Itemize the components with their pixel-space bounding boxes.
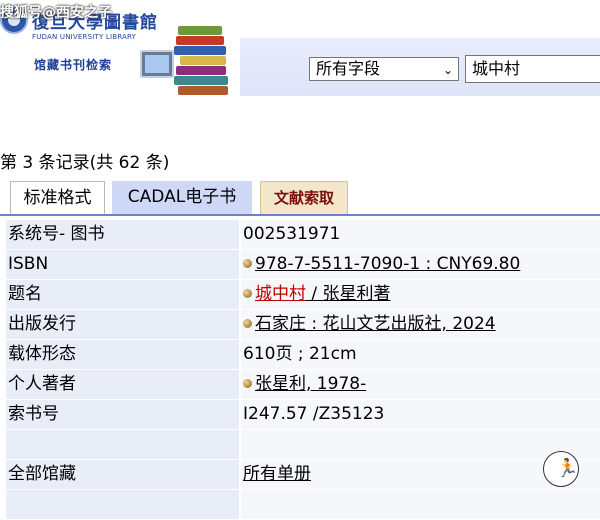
row-label: 题名 [6, 280, 239, 309]
books-computer-icon [140, 20, 236, 96]
tab-document-request[interactable]: 文献索取 [260, 181, 348, 215]
table-row: 系统号- 图书 002531971 [6, 220, 600, 250]
bullet-icon [243, 289, 252, 298]
row-value: 城中村 / 张星利著 [241, 280, 600, 309]
publisher-link[interactable]: 石家庄 : 花山文艺出版社, 2024 [255, 314, 496, 334]
row-value: 张星利, 1978- [241, 370, 600, 399]
table-row: 题名 城中村 / 张星利著 [6, 280, 600, 310]
tab-cadal-ebook[interactable]: CADAL电子书 [112, 181, 252, 215]
tab-standard-format[interactable]: 标准格式 [10, 181, 105, 215]
record-count: 第 3 条记录(共 62 条) [0, 153, 170, 173]
table-row [6, 430, 600, 460]
row-label: 系统号- 图书 [6, 220, 239, 249]
table-row: ISBN 978-7-5511-7090-1 : CNY69.80 [6, 250, 600, 280]
table-row: 载体形态 610页 ; 21cm [6, 340, 600, 370]
table-row: 个人著者 张星利, 1978- [6, 370, 600, 400]
table-row [6, 490, 600, 520]
library-name-en: FUDAN UNIVERSITY LIBRARY [32, 33, 137, 41]
row-label: 索书号 [6, 400, 239, 429]
isbn-link[interactable]: 978-7-5511-7090-1 : CNY69.80 [255, 254, 520, 274]
search-field-select[interactable]: 所有字段 ⌄ [309, 57, 459, 81]
all-copies-link[interactable]: 所有单册 [243, 464, 311, 484]
runner-stamp-icon: 🏃 [543, 451, 579, 487]
row-label: 出版发行 [6, 310, 239, 339]
row-label [6, 430, 239, 459]
bullet-icon [243, 259, 252, 268]
row-value: 978-7-5511-7090-1 : CNY69.80 [241, 250, 600, 279]
search-input[interactable]: 城中村 [465, 55, 600, 83]
row-value: 石家庄 : 花山文艺出版社, 2024 [241, 310, 600, 339]
row-value: 610页 ; 21cm [241, 340, 600, 369]
title-link[interactable]: 城中村 [255, 284, 306, 304]
row-label: 载体形态 [6, 340, 239, 369]
row-value: 002531971 [241, 220, 600, 249]
row-label: ISBN [6, 250, 239, 279]
row-value [241, 490, 600, 519]
watermark: 搜狐号@西安之子 [0, 5, 112, 21]
row-label: 个人著者 [6, 370, 239, 399]
personal-author-link[interactable]: 张星利, 1978- [255, 374, 366, 394]
table-row: 索书号 I247.57 /Z35123 [6, 400, 600, 430]
bullet-icon [243, 319, 252, 328]
tab-bar-divider [0, 214, 600, 216]
author-statement-link[interactable]: / 张星利著 [306, 284, 390, 304]
chevron-down-icon: ⌄ [442, 63, 453, 77]
table-row: 全部馆藏 所有单册 [6, 460, 600, 490]
row-label [6, 490, 239, 519]
header-banner: 復旦大學圖書館 FUDAN UNIVERSITY LIBRARY 搜狐号@西安之… [0, 0, 600, 100]
row-value [241, 430, 600, 459]
table-row: 出版发行 石家庄 : 花山文艺出版社, 2024 [6, 310, 600, 340]
record-table: 系统号- 图书 002531971 ISBN 978-7-5511-7090-1… [6, 220, 600, 520]
row-value: I247.57 /Z35123 [241, 400, 600, 429]
catalog-title: 馆藏书刊检索 [34, 58, 113, 72]
row-label: 全部馆藏 [6, 460, 239, 489]
bullet-icon [243, 379, 252, 388]
search-field-selected: 所有字段 [316, 59, 381, 78]
